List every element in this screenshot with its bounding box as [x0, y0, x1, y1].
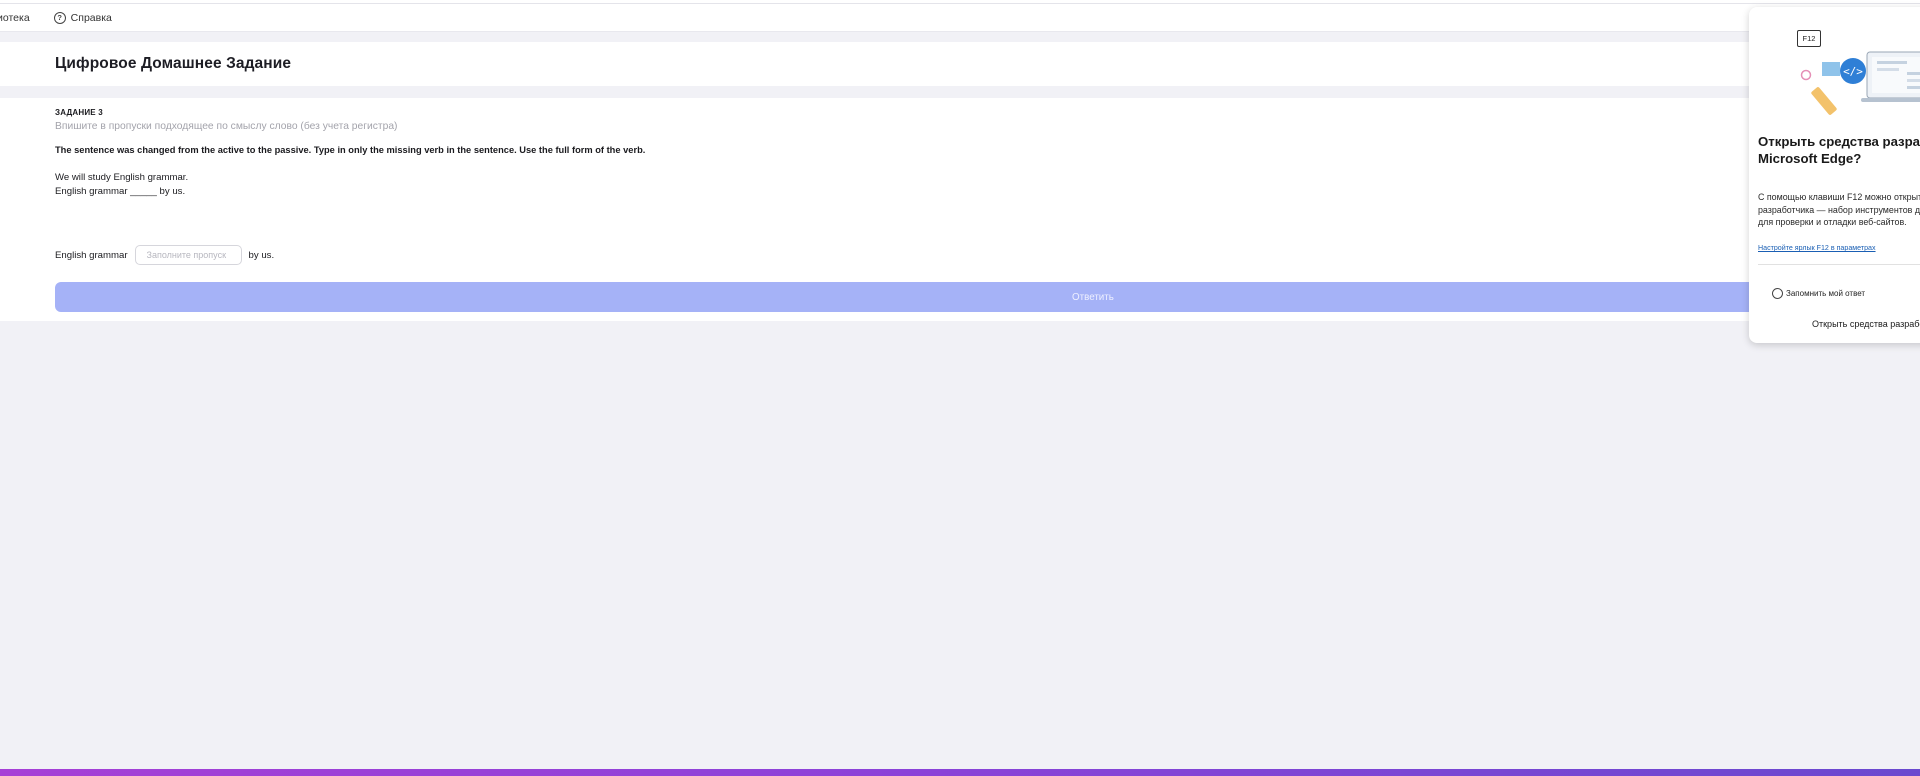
answer-prefix: English grammar	[55, 249, 128, 261]
nav-item-library-label: иотека	[0, 11, 30, 24]
task-number: ЗАДАНИЕ 3	[55, 108, 103, 117]
remember-answer-radio[interactable]	[1772, 288, 1783, 299]
open-devtools-button[interactable]: Открыть средства разрабо	[1812, 319, 1920, 329]
dialog-body: С помощью клавиши F12 можно открыт разра…	[1758, 192, 1920, 228]
answer-suffix: by us.	[248, 249, 275, 261]
top-navbar: иотека ? Справка	[0, 4, 1920, 32]
devtools-illustration: </>	[1800, 51, 1920, 115]
nav-item-help[interactable]: ? Справка	[53, 11, 112, 24]
example-passive-sentence: English grammar _____ by us.	[55, 186, 186, 197]
help-circle-icon: ?	[53, 11, 66, 24]
svg-text:</>: </>	[1843, 65, 1863, 78]
dialog-divider	[1758, 264, 1920, 265]
gap-input[interactable]	[134, 245, 242, 265]
nav-item-help-label: Справка	[70, 11, 112, 24]
settings-link[interactable]: Настройте ярлык F12 в параметрах	[1758, 244, 1876, 252]
page-header: Цифровое Домашнее Задание	[0, 42, 1920, 86]
dialog-title: Открыть средства разрабо Microsoft Edge?	[1758, 134, 1920, 166]
nav-item-library[interactable]: иотека	[0, 12, 30, 24]
bottom-gradient-bar	[0, 769, 1920, 776]
page-title: Цифровое Домашнее Задание	[55, 55, 292, 72]
f12-key-icon: F12	[1797, 30, 1821, 47]
task-hint: Впишите в пропуски подходящее по смыслу …	[55, 121, 398, 132]
task-instruction: The sentence was changed from the active…	[55, 145, 646, 155]
example-active-sentence: We will study English grammar.	[55, 172, 189, 183]
task-card: ЗАДАНИЕ 3 Впишите в пропуски подходящее …	[0, 98, 1920, 321]
remember-answer-label: Запомнить мой ответ	[1786, 289, 1866, 298]
remember-answer-row[interactable]: Запомнить мой ответ	[1772, 288, 1865, 299]
submit-button[interactable]: Ответить	[55, 282, 1920, 312]
edge-devtools-dialog: </> F12 Открыть средства разрабо Microso…	[1749, 7, 1920, 343]
answer-row: English grammar by us.	[55, 245, 274, 265]
